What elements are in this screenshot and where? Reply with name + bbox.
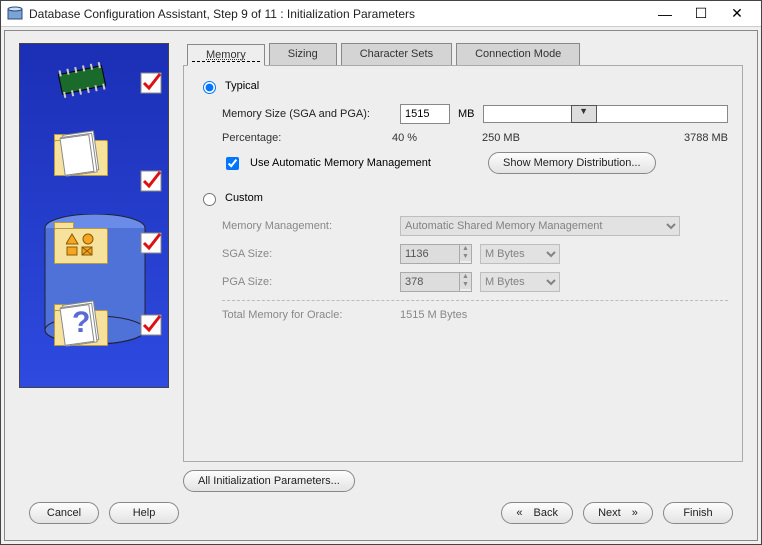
typical-radio-row: Typical (198, 78, 728, 94)
window-controls: — ☐ ✕ (647, 2, 755, 26)
use-auto-memory-checkbox[interactable] (226, 157, 239, 170)
slider-max-label: 3788 MB (562, 132, 728, 144)
maximize-button[interactable]: ☐ (683, 2, 719, 26)
memory-slider-wrap (483, 105, 729, 123)
bottom-area: All Initialization Parameters... (183, 470, 743, 492)
memory-size-label: Memory Size (SGA and PGA): (222, 108, 392, 120)
sga-size-input (400, 244, 460, 264)
cancel-button[interactable]: Cancel (29, 502, 99, 524)
pga-size-input (400, 272, 460, 292)
shapes-icon (66, 232, 96, 256)
app-icon (7, 6, 23, 22)
all-init-params-button[interactable]: All Initialization Parameters... (183, 470, 355, 492)
titlebar: Database Configuration Assistant, Step 9… (1, 1, 761, 27)
percentage-value: 40 % (392, 132, 482, 144)
show-memory-distribution-button[interactable]: Show Memory Distribution... (488, 152, 656, 174)
pga-size-label: PGA Size: (222, 276, 392, 288)
sga-size-row: SGA Size: ▲▼ M Bytes (222, 244, 728, 264)
sga-size-spinner: ▲▼ (400, 244, 472, 264)
window-title: Database Configuration Assistant, Step 9… (29, 7, 647, 21)
wizard-graphic: ? (19, 43, 169, 388)
sga-size-label: SGA Size: (222, 248, 392, 260)
dbca-window: Database Configuration Assistant, Step 9… (0, 0, 762, 545)
tab-connection-mode[interactable]: Connection Mode (456, 43, 580, 65)
minimize-button[interactable]: — (647, 2, 683, 26)
memory-size-row: Memory Size (SGA and PGA): MB (222, 104, 728, 124)
tab-memory[interactable]: Memory (187, 44, 265, 66)
finish-button[interactable]: Finish (663, 502, 733, 524)
typical-label: Typical (225, 80, 259, 92)
memory-unit-label: MB (458, 108, 475, 120)
folder-icon: ? (54, 304, 110, 348)
custom-radio[interactable] (203, 193, 216, 206)
slider-thumb[interactable] (571, 105, 597, 123)
pga-unit-select: M Bytes (480, 272, 560, 292)
folder-icon (54, 134, 110, 178)
tab-sizing[interactable]: Sizing (269, 43, 337, 65)
total-memory-label: Total Memory for Oracle: (222, 309, 392, 321)
content-body: ? Memory Sizing Character Sets Connectio… (4, 30, 758, 541)
total-memory-value: 1515 M Bytes (400, 309, 467, 321)
check-icon (140, 314, 162, 336)
custom-section: Memory Management: Automatic Shared Memo… (222, 216, 728, 321)
tab-bar: Memory Sizing Character Sets Connection … (187, 43, 743, 65)
back-button[interactable]: « Back (501, 502, 573, 524)
check-icon (140, 170, 162, 192)
next-button[interactable]: Next » (583, 502, 653, 524)
memory-management-label: Memory Management: (222, 220, 392, 232)
back-arrow-icon: « (516, 507, 522, 519)
close-button[interactable]: ✕ (719, 2, 755, 26)
pga-size-spinner: ▲▼ (400, 272, 472, 292)
folder-icon (54, 222, 110, 266)
sga-unit-select: M Bytes (480, 244, 560, 264)
help-button[interactable]: Help (109, 502, 179, 524)
tab-character-sets[interactable]: Character Sets (341, 43, 452, 65)
total-memory-row: Total Memory for Oracle: 1515 M Bytes (222, 300, 728, 321)
check-icon (140, 72, 162, 94)
custom-radio-row: Custom (198, 190, 728, 206)
next-arrow-icon: » (632, 507, 638, 519)
pga-size-row: PGA Size: ▲▼ M Bytes (222, 272, 728, 292)
chip-icon (49, 56, 115, 104)
typical-section: Memory Size (SGA and PGA): MB Percentage… (222, 104, 728, 174)
use-auto-memory-label: Use Automatic Memory Management (250, 157, 480, 169)
auto-memory-row: Use Automatic Memory Management Show Mem… (222, 152, 728, 174)
typical-radio[interactable] (203, 81, 216, 94)
wizard-footer: Cancel Help « Back Next » Finish (19, 496, 743, 530)
memory-tab-panel: Typical Memory Size (SGA and PGA): MB (183, 65, 743, 462)
check-icon (140, 232, 162, 254)
memory-management-row: Memory Management: Automatic Shared Memo… (222, 216, 728, 236)
memory-slider[interactable] (483, 105, 729, 123)
percentage-row: Percentage: 40 % 250 MB 3788 MB (222, 132, 728, 144)
memory-management-select: Automatic Shared Memory Management (400, 216, 680, 236)
top-area: ? Memory Sizing Character Sets Connectio… (19, 43, 743, 492)
percentage-label: Percentage: (222, 132, 392, 144)
memory-size-input[interactable] (400, 104, 450, 124)
custom-label: Custom (225, 192, 263, 204)
right-panel: Memory Sizing Character Sets Connection … (183, 43, 743, 492)
slider-min-label: 250 MB (482, 132, 562, 144)
